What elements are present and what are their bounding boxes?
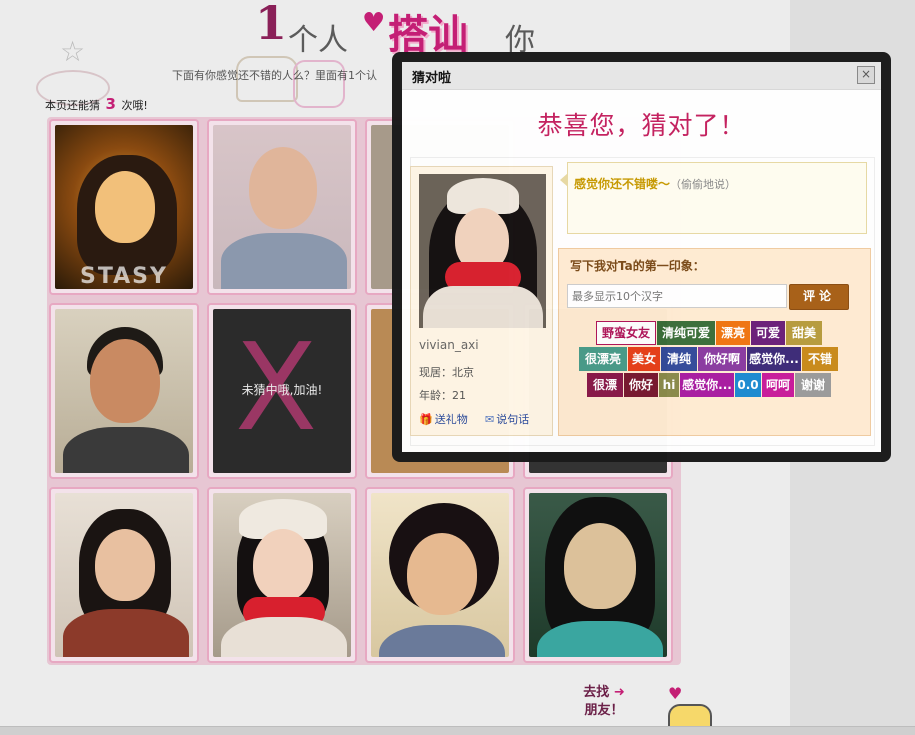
impression-tag[interactable]: 呵呵 <box>762 373 794 397</box>
impression-tag[interactable]: 感觉你... <box>680 373 734 397</box>
heart-balloon-icon: ♥ <box>668 684 683 703</box>
bubble-pointer <box>560 173 568 187</box>
impression-tag[interactable]: 野蛮女友 <box>596 321 656 345</box>
photo-tile[interactable] <box>49 303 199 479</box>
close-icon[interactable]: × <box>857 66 875 84</box>
profile-photo <box>213 493 351 657</box>
photo-tile[interactable] <box>207 119 357 295</box>
dialog-body: 猜对啦 × 恭喜您，猜对了！ vivian_axi 现居：北京 年龄：21 🎁 送… <box>402 62 881 452</box>
profile-photo <box>55 309 193 473</box>
bubble-sub-text: （偷偷地说） <box>670 178 737 191</box>
photo-tile[interactable] <box>49 487 199 663</box>
photo-tile[interactable] <box>207 487 357 663</box>
impression-tag[interactable]: 0.0 <box>735 373 761 397</box>
impression-tag[interactable]: 清纯 <box>661 347 697 371</box>
find-friends-link[interactable]: 去找 ➜ 朋友！ <box>565 684 643 720</box>
impression-tag[interactable]: hi <box>659 373 679 397</box>
photo-tile[interactable] <box>523 487 673 663</box>
title-number: 1 <box>255 0 288 50</box>
photo-tile-missed[interactable]: X 未猜中哦,加油! <box>207 303 357 479</box>
photo-tile[interactable] <box>365 487 515 663</box>
star-decoration-icon: ☆ <box>60 35 86 68</box>
dialog-title: 猜对啦 <box>412 71 452 86</box>
photo-watermark: STASY <box>80 264 168 289</box>
impression-panel: 写下我对Ta的第一印象： 评论 野蛮女友 清纯可爱 漂亮 可爱 甜美 很漂亮 美… <box>558 248 871 436</box>
page-subtitle: 下面有你感觉还不错的人么？里面有1个认 <box>172 69 377 82</box>
find-friends-line-1: 去找 <box>583 685 610 700</box>
profile-photo[interactable] <box>419 174 546 328</box>
impression-tag[interactable]: 可爱 <box>751 321 785 345</box>
remaining-suffix: 次哦! <box>121 99 148 112</box>
say-something-label: 说句话 <box>496 413 530 426</box>
remaining-count: 3 <box>105 95 116 113</box>
bubble-main-text: 感觉你还不错喽～ <box>574 177 671 191</box>
speech-bubble: 感觉你还不错喽～（偷偷地说） <box>560 162 867 234</box>
profile-photo <box>371 493 509 657</box>
impression-tag[interactable]: 清纯可爱 <box>657 321 715 345</box>
profile-username[interactable]: vivian_axi <box>419 338 479 352</box>
result-dialog: 猜对啦 × 恭喜您，猜对了！ vivian_axi 现居：北京 年龄：21 🎁 送… <box>392 52 891 462</box>
remaining-guesses: 本页还能猜 3 次哦! <box>45 95 148 113</box>
profile-card: vivian_axi 现居：北京 年龄：21 🎁 送礼物 ✉ 说句话 <box>410 166 553 436</box>
impression-tag[interactable]: 很漂 <box>587 373 623 397</box>
arrow-right-icon: ➜ <box>613 685 625 700</box>
profile-location: 现居：北京 <box>419 366 474 379</box>
send-gift-link[interactable]: 🎁 送礼物 <box>419 411 468 427</box>
congrats-heading: 恭喜您，猜对了！ <box>537 111 746 140</box>
title-part-1: 个人 <box>288 23 348 58</box>
profile-age: 年龄：21 <box>419 389 466 402</box>
impression-input[interactable] <box>567 284 787 308</box>
impression-tag[interactable]: 谢谢 <box>795 373 831 397</box>
impression-tag[interactable]: 甜美 <box>786 321 822 345</box>
remaining-prefix: 本页还能猜 <box>45 99 100 112</box>
impression-label: 写下我对Ta的第一印象： <box>570 259 705 273</box>
dialog-header: 猜对啦 × <box>402 62 881 90</box>
comment-button[interactable]: 评论 <box>789 284 849 310</box>
profile-photo <box>529 493 667 657</box>
photo-tile[interactable]: STASY <box>49 119 199 295</box>
profile-photo <box>213 125 351 289</box>
missed-photo: X 未猜中哦,加油! <box>213 309 351 473</box>
bubble-text: 感觉你还不错喽～（偷偷地说） <box>574 175 736 192</box>
missed-text: 未猜中哦,加油! <box>241 383 323 397</box>
find-friends-line-2: 朋友！ <box>584 703 624 718</box>
impression-tag[interactable]: 感觉你... <box>747 347 801 371</box>
profile-photo: STASY <box>55 125 193 289</box>
impression-tag[interactable]: 你好啊 <box>698 347 746 371</box>
impression-tag[interactable]: 很漂亮 <box>579 347 627 371</box>
impression-tag[interactable]: 不错 <box>802 347 838 371</box>
heart-icon: ♥ <box>362 8 386 38</box>
impression-tag[interactable]: 你好 <box>624 373 658 397</box>
envelope-icon: ✉ <box>485 413 495 426</box>
impression-tag[interactable]: 美女 <box>628 347 660 371</box>
impression-tag[interactable]: 漂亮 <box>716 321 750 345</box>
say-something-link[interactable]: ✉ 说句话 <box>485 411 529 427</box>
gift-icon: 🎁 <box>419 413 433 426</box>
send-gift-label: 送礼物 <box>434 413 468 426</box>
profile-photo <box>55 493 193 657</box>
